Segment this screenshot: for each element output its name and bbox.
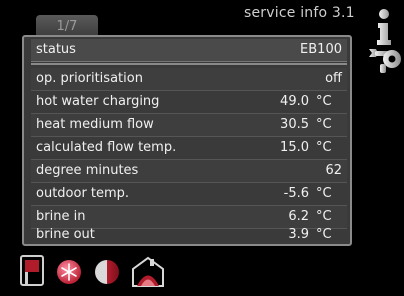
divider [31,63,347,65]
installation-icon[interactable] [130,255,166,291]
row-unit: °C [316,140,332,155]
row-value: 15.0 [280,140,309,155]
side-icons [366,0,404,90]
hot-water-icon[interactable] [56,259,82,289]
service-info-screen: 1/7 service info 3.1 status EB100 op. pr… [0,0,404,296]
row-label: outdoor temp. [36,186,130,201]
indoor-climate-icon[interactable] [20,255,46,291]
row-unit: °C [316,227,332,242]
row-value: off [325,71,342,86]
row-value: 62 [325,163,342,178]
row-unit: °C [316,117,332,132]
row-unit: °C [316,186,332,201]
row-label: hot water charging [36,94,160,109]
row-label: op. prioritisation [36,71,143,86]
info-row-hot-water-charging: hot water charging 49.0 °C [31,91,347,114]
info-row-brine-out: brine out 3.9 °C [31,224,347,247]
info-row-heat-medium-flow: heat medium flow 30.5 °C [31,114,347,137]
info-row-outdoor-temp: outdoor temp. -5.6 °C [31,183,347,206]
status-label: status [36,42,76,57]
row-value: -5.6 [283,186,309,201]
menu-icon-bar [20,255,180,289]
row-label: heat medium flow [36,117,154,132]
row-value: 49.0 [280,94,309,109]
status-row: status EB100 [31,39,347,62]
info-row-degree-minutes: degree minutes 62 [31,160,347,183]
page-indicator-tab: 1/7 [36,15,98,37]
row-label: calculated flow temp. [36,140,177,155]
screen-title: service info 3.1 [244,5,355,21]
row-value: 30.5 [280,117,309,132]
info-panel: status EB100 op. prioritisation off hot … [22,35,352,246]
row-label: brine out [36,227,95,242]
heat-pump-icon[interactable] [94,259,120,289]
tools-icon[interactable] [366,44,404,78]
row-value: 3.9 [288,227,309,242]
info-row-op-prioritisation: op. prioritisation off [31,68,347,91]
info-row-calculated-flow-temp: calculated flow temp. 15.0 °C [31,137,347,160]
row-unit: °C [316,94,332,109]
status-value: EB100 [300,42,342,57]
row-label: degree minutes [36,163,139,178]
